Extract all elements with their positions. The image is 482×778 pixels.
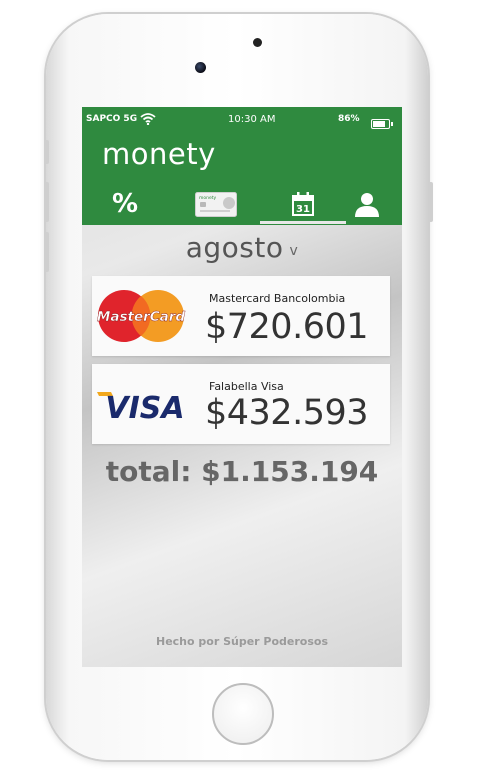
- footer-credit: Hecho por Súper Poderosos: [155, 635, 329, 648]
- card-icon: monety: [195, 191, 237, 217]
- card-amount: $432.593: [205, 393, 369, 433]
- calendar-day: 31: [296, 204, 310, 215]
- calendar-icon: 31: [292, 192, 314, 216]
- mastercard-logo: MasterCard: [97, 290, 186, 342]
- home-button[interactable]: [212, 683, 274, 745]
- app-header: SAPCO 5G 10:30 AM 86% monety % monety 31: [82, 107, 402, 225]
- battery-icon: [371, 119, 390, 129]
- card-icon-text: monety: [199, 195, 217, 201]
- earpiece-icon: [253, 38, 262, 47]
- battery-percent: 86%: [338, 114, 360, 124]
- wifi-icon: [140, 113, 156, 125]
- percent-icon: %: [111, 189, 139, 219]
- power-button: [428, 182, 433, 222]
- card-name: Falabella Visa: [209, 380, 284, 393]
- total-amount: total: $1.153.194: [105, 455, 379, 488]
- mastercard-logo-text: MasterCard: [97, 309, 186, 325]
- chevron-down-icon: v: [289, 243, 299, 259]
- tab-profile[interactable]: [336, 185, 398, 223]
- month-label: agosto: [185, 231, 284, 264]
- month-selector[interactable]: agosto v: [82, 231, 402, 264]
- volume-down-button: [44, 232, 49, 272]
- volume-up-button: [44, 182, 49, 222]
- tab-percent[interactable]: %: [94, 185, 156, 223]
- app-title: monety: [102, 137, 216, 171]
- battery-tip: [391, 122, 393, 126]
- card-name: Mastercard Bancolombia: [209, 292, 346, 305]
- phone-screen: SAPCO 5G 10:30 AM 86% monety % monety 31…: [82, 107, 402, 667]
- side-button: [44, 140, 49, 164]
- user-icon: [355, 193, 379, 217]
- tab-cards[interactable]: monety: [185, 185, 247, 223]
- active-tab-indicator: [260, 221, 346, 224]
- card-visa[interactable]: VISA Falabella Visa $432.593: [92, 364, 390, 444]
- visa-logo: VISA: [97, 391, 185, 422]
- visa-logo-text: VISA: [105, 391, 184, 422]
- tab-calendar[interactable]: 31: [272, 185, 334, 223]
- card-mastercard[interactable]: MasterCard Mastercard Bancolombia $720.6…: [92, 276, 390, 356]
- clock: 10:30 AM: [228, 114, 276, 125]
- carrier-label: SAPCO 5G: [86, 114, 138, 124]
- card-amount: $720.601: [205, 307, 369, 347]
- front-camera-icon: [195, 62, 206, 73]
